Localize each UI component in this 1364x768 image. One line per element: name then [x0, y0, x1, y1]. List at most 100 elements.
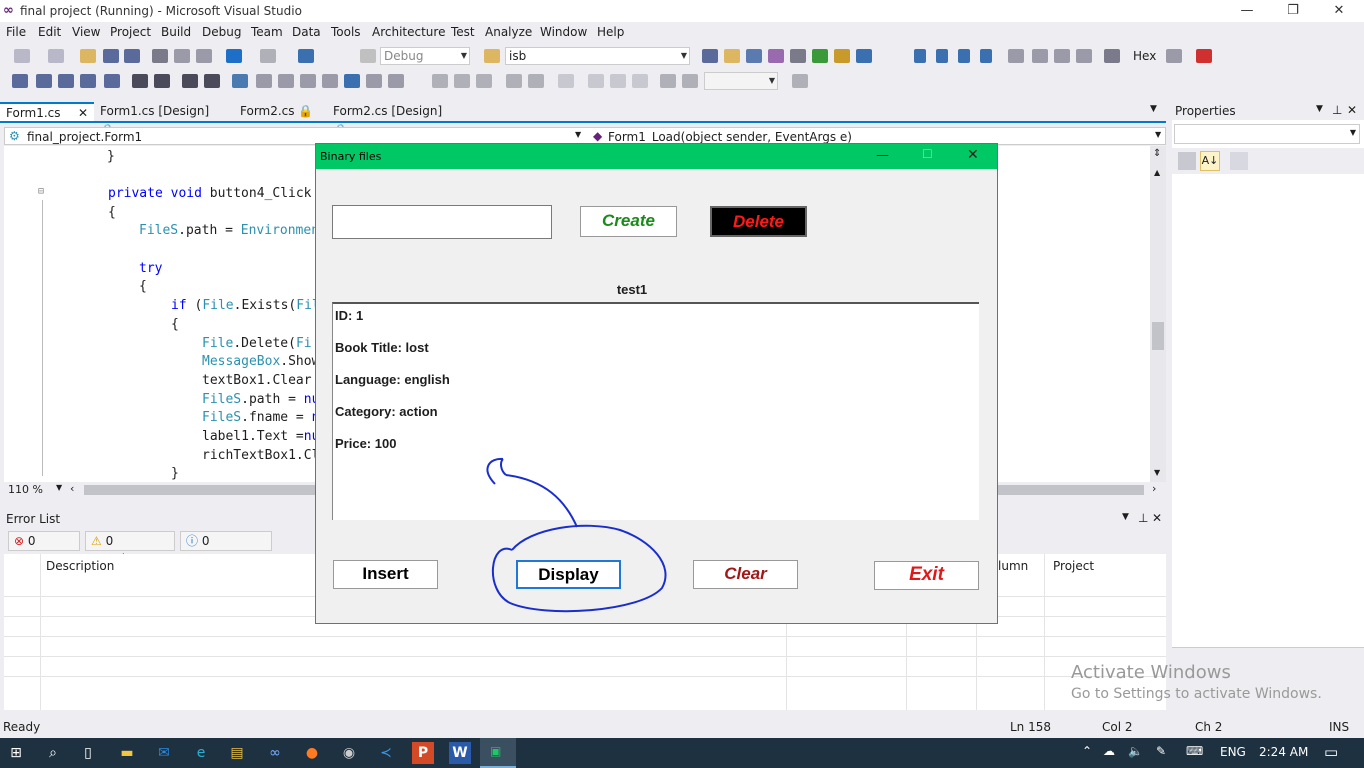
lock-icon[interactable] — [558, 74, 574, 88]
clear-bookmarks-icon[interactable] — [366, 74, 382, 88]
align-centers-icon[interactable] — [36, 74, 52, 88]
undo-icon[interactable] — [226, 49, 242, 63]
next-bookmark-icon[interactable] — [278, 74, 294, 88]
align-tops-icon[interactable] — [104, 74, 120, 88]
pointer-icon[interactable] — [58, 74, 74, 88]
chevron-down-icon[interactable]: ▼ — [1155, 130, 1161, 139]
save-icon[interactable] — [103, 49, 119, 63]
indent-icon[interactable] — [132, 74, 148, 88]
find-combo[interactable]: isb ▼ — [505, 47, 690, 65]
zoom-combo[interactable]: ▼ — [704, 72, 778, 90]
split-icon[interactable]: ⇕ — [1153, 148, 1161, 159]
menu-file[interactable]: File — [6, 25, 26, 39]
method-dropdown[interactable]: Form1_Load(object sender, EventArgs e) — [608, 130, 852, 144]
tool-b-icon[interactable] — [724, 49, 740, 63]
language-indicator[interactable]: ENG — [1220, 745, 1246, 759]
insert-button[interactable]: Insert — [333, 560, 438, 589]
scroll-left-icon[interactable]: ‹ — [70, 482, 74, 495]
close-button[interactable]: ✕ — [967, 147, 979, 163]
class-dropdown[interactable]: final_project.Form1 — [27, 130, 142, 144]
menu-test[interactable]: Test — [451, 25, 475, 39]
sort-alphabetical-icon[interactable]: A↓ — [1200, 151, 1220, 171]
outdent-icon[interactable] — [154, 74, 170, 88]
word-icon[interactable]: W — [449, 742, 471, 764]
clock[interactable]: 2:24 AM — [1259, 745, 1308, 759]
property-pages-icon[interactable] — [1230, 152, 1248, 170]
font-small-icon[interactable] — [588, 74, 604, 88]
folder-icon[interactable] — [484, 49, 500, 63]
onedrive-icon[interactable]: ☁ — [1103, 744, 1115, 758]
ungroup-icon[interactable] — [528, 74, 544, 88]
bookmark-window-icon[interactable] — [344, 74, 360, 88]
zoom-level[interactable]: 110 % — [8, 483, 43, 496]
pause-icon[interactable] — [936, 49, 948, 63]
next-bookmark-folder-icon[interactable] — [322, 74, 338, 88]
scroll-thumb[interactable] — [1152, 322, 1164, 350]
menu-window[interactable]: Window — [540, 25, 587, 39]
navigate-icon[interactable] — [298, 49, 314, 63]
filename-input[interactable] — [332, 205, 552, 239]
collapse-icon[interactable]: ⊟ — [38, 186, 44, 197]
powerpoint-icon[interactable]: P — [412, 742, 434, 764]
editor-vertical-scrollbar[interactable]: ⇕ ▲ ▼ — [1150, 146, 1166, 482]
vscode-icon[interactable]: ≺ — [375, 742, 397, 764]
tool-c-icon[interactable] — [746, 49, 762, 63]
tab-overflow-icon[interactable]: ▼ — [1150, 104, 1157, 114]
minimize-button[interactable]: — — [876, 148, 889, 163]
display-button[interactable]: Display — [516, 560, 621, 589]
tab-form1-cs[interactable]: Form1.cs ✕ — [0, 102, 94, 121]
pin-icon[interactable]: ⊥ — [1332, 103, 1342, 117]
close-button[interactable]: ✕ — [1316, 0, 1362, 22]
scroll-up-icon[interactable]: ▲ — [1154, 168, 1160, 177]
uncomment-icon[interactable] — [204, 74, 220, 88]
chevron-down-icon[interactable]: ▼ — [1316, 104, 1323, 114]
record-richtextbox[interactable]: ID: 1 Book Title: lost Language: english… — [332, 302, 979, 520]
save-all-icon[interactable] — [124, 49, 140, 63]
notes-icon[interactable]: ▤ — [226, 742, 248, 764]
maximize-button[interactable]: ☐ — [922, 147, 933, 161]
mail-icon[interactable]: ✉ — [153, 742, 175, 764]
menu-data[interactable]: Data — [292, 25, 321, 39]
restart-icon[interactable] — [980, 49, 992, 63]
column-project[interactable]: Project — [1053, 559, 1094, 573]
tool-a-icon[interactable] — [702, 49, 718, 63]
scroll-down-icon[interactable]: ▼ — [1154, 468, 1160, 477]
sort-asc-icon[interactable] — [454, 74, 470, 88]
new-project-icon[interactable] — [14, 49, 30, 63]
tool-h-icon[interactable] — [856, 49, 872, 63]
prev-bookmark-folder-icon[interactable] — [300, 74, 316, 88]
chevron-down-icon[interactable]: ▼ — [575, 130, 581, 139]
tool-g-icon[interactable] — [834, 49, 850, 63]
comment-icon[interactable] — [182, 74, 198, 88]
show-next-icon[interactable] — [1076, 49, 1092, 63]
breakpoints-icon[interactable] — [1196, 49, 1212, 63]
start-icon[interactable] — [360, 49, 376, 63]
tool-f-icon[interactable] — [812, 49, 828, 63]
pen-icon[interactable]: ✎ — [1156, 744, 1166, 758]
search-icon[interactable]: ⌕ — [42, 742, 64, 764]
messages-filter-button[interactable]: ⓘ 0 Messages — [180, 531, 272, 566]
paste-icon[interactable] — [196, 49, 212, 63]
chevron-up-icon[interactable]: ⌃ — [1082, 744, 1092, 758]
copy-icon[interactable] — [174, 49, 190, 63]
layout-icon[interactable] — [792, 74, 808, 88]
clear-button[interactable]: Clear — [693, 560, 798, 589]
step-over-icon[interactable] — [1032, 49, 1048, 63]
tool-e-icon[interactable] — [790, 49, 806, 63]
app-icon[interactable]: ◉ — [338, 742, 360, 764]
bookmark-icon[interactable] — [232, 74, 248, 88]
running-form-task[interactable]: ▣ — [480, 738, 516, 768]
menu-project[interactable]: Project — [110, 25, 151, 39]
firefox-icon[interactable]: ● — [301, 742, 323, 764]
add-item-icon[interactable] — [48, 49, 64, 63]
column-description[interactable]: Description — [46, 559, 114, 573]
zoom-out-icon[interactable] — [682, 74, 698, 88]
file-explorer-icon[interactable]: ▬ — [116, 742, 138, 764]
edge-icon[interactable]: e — [190, 742, 212, 764]
sort-icon[interactable] — [432, 74, 448, 88]
font-func-icon[interactable] — [632, 74, 648, 88]
threads-icon[interactable] — [1166, 49, 1182, 63]
menu-build[interactable]: Build — [161, 25, 191, 39]
hex-toggle[interactable]: Hex — [1133, 49, 1156, 63]
warnings-filter-button[interactable]: ⚠ 0 Warnings — [85, 531, 175, 566]
